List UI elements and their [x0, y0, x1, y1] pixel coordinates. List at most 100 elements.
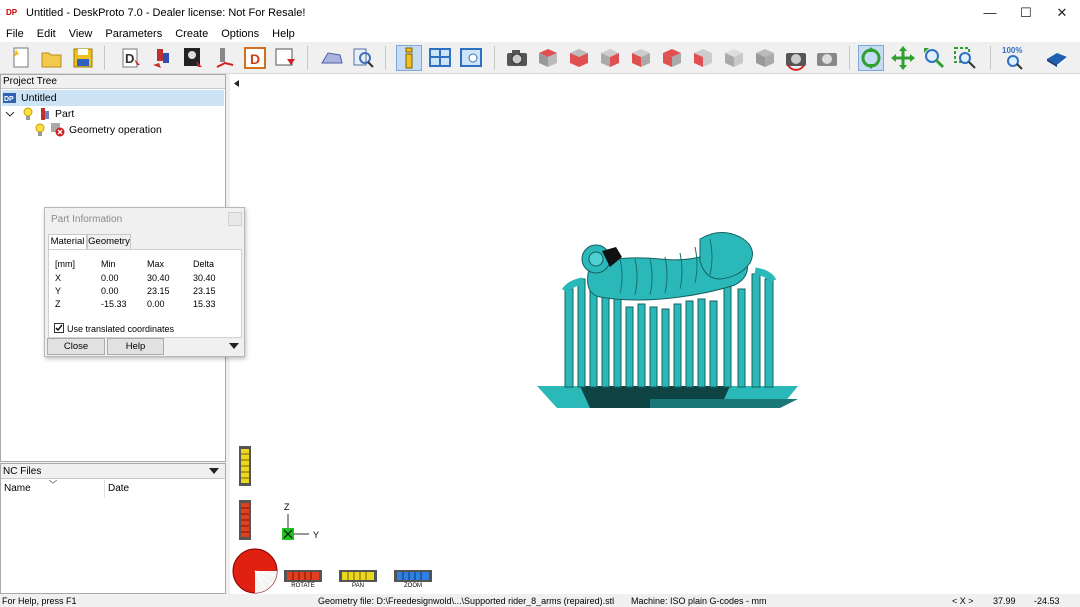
help-button[interactable]: Help: [107, 338, 164, 355]
row-max: 23.15: [147, 286, 170, 296]
part-info-icon[interactable]: [396, 45, 422, 71]
status-y-value: -24.53: [1034, 596, 1060, 606]
view-top-icon[interactable]: [535, 45, 561, 71]
menu-view[interactable]: View: [69, 28, 93, 40]
dialog-close-button[interactable]: [228, 212, 242, 226]
rotate-dial-vertical[interactable]: [238, 500, 252, 540]
menu-bar: File Edit View Parameters Create Options…: [0, 25, 1080, 42]
view-iso-icon[interactable]: [721, 45, 747, 71]
row-min: 0.00: [101, 286, 119, 296]
nc-col-date[interactable]: Date: [108, 483, 129, 494]
column-divider[interactable]: [104, 480, 105, 498]
rotate-dial[interactable]: [284, 570, 322, 582]
collapse-left-icon[interactable]: [234, 80, 240, 88]
new-project-icon[interactable]: [8, 45, 34, 71]
close-window-button[interactable]: ✕: [1044, 0, 1080, 25]
simulation-icon[interactable]: [319, 45, 345, 71]
title-bar: DP Untitled - DeskProto 7.0 - Dealer lic…: [0, 0, 1080, 25]
project-icon: DP: [3, 93, 16, 103]
toolpath-icon[interactable]: [211, 45, 237, 71]
menu-file[interactable]: File: [6, 28, 24, 40]
view-right-icon[interactable]: [690, 45, 716, 71]
header-delta: Delta: [193, 259, 215, 269]
sort-arrow-icon: [49, 480, 57, 484]
maximize-button[interactable]: ☐: [1008, 0, 1044, 25]
status-geometry-file: Geometry file: D:\Freedesignwold\...\Sup…: [318, 596, 615, 606]
zoom-dial[interactable]: [394, 570, 432, 582]
rotate-wheel[interactable]: [232, 548, 278, 594]
minimize-button[interactable]: —: [972, 0, 1008, 25]
collapse-icon[interactable]: [5, 109, 15, 119]
save-icon[interactable]: [70, 45, 96, 71]
translated-coordinates-checkbox[interactable]: [54, 323, 64, 333]
window-view-icon[interactable]: [458, 45, 484, 71]
project-tree-header: Project Tree: [1, 75, 225, 89]
nc-files-title: NC Files: [3, 466, 42, 477]
nc-col-name[interactable]: Name: [4, 483, 31, 494]
axis-y-label: Y: [313, 530, 320, 540]
view-left-icon[interactable]: [659, 45, 685, 71]
header-max: Max: [147, 259, 165, 269]
import-geometry-icon[interactable]: D: [118, 45, 144, 71]
axis-indicator: [282, 514, 309, 540]
tab-material[interactable]: Material: [48, 234, 87, 249]
status-bar: For Help, press F1 Geometry file: D:\Fre…: [0, 596, 1080, 607]
rotate-dial-label: ROTATE: [291, 583, 315, 589]
svg-text:D: D: [250, 51, 260, 67]
window-title: Untitled - DeskProto 7.0 - Dealer licens…: [26, 6, 306, 19]
zoom-100-icon[interactable]: 100%: [1000, 45, 1028, 71]
tree-item-part[interactable]: Part: [5, 106, 74, 122]
pan-dial-label: PAN: [352, 583, 364, 589]
menu-edit[interactable]: Edit: [37, 28, 56, 40]
zoom-dial-vertical[interactable]: [238, 446, 252, 486]
row-min: -15.33: [101, 299, 127, 309]
menu-help[interactable]: Help: [272, 28, 295, 40]
export-icon[interactable]: [273, 45, 299, 71]
expand-arrow-icon[interactable]: [229, 343, 239, 349]
lightbulb-icon[interactable]: [23, 107, 33, 121]
preview-icon[interactable]: [350, 45, 376, 71]
view-front-icon[interactable]: [566, 45, 592, 71]
nc-files-header: NC Files: [1, 464, 225, 479]
pan-dial[interactable]: [339, 570, 377, 582]
view-back-icon[interactable]: [628, 45, 654, 71]
rotate-view-icon[interactable]: [783, 45, 809, 71]
tree-item-geometry-operation[interactable]: Geometry operation: [35, 122, 162, 138]
pan-mode-icon[interactable]: [890, 45, 916, 71]
rotate-mode-icon[interactable]: [858, 45, 884, 71]
row-axis: X: [55, 273, 62, 283]
lightbulb-icon[interactable]: [35, 123, 45, 137]
row-delta: 15.33: [193, 299, 216, 309]
header-min: Min: [101, 259, 116, 269]
menu-create[interactable]: Create: [175, 28, 208, 40]
open-folder-icon[interactable]: [39, 45, 65, 71]
camera-icon[interactable]: [504, 45, 530, 71]
zoom-window-icon[interactable]: [952, 45, 978, 71]
axis-z-label: Z: [284, 502, 290, 512]
layout-icon[interactable]: [427, 45, 453, 71]
tree-root-label: Untitled: [21, 92, 57, 104]
bitmap-icon[interactable]: [180, 45, 206, 71]
nc-files-panel: NC Files Name Date: [0, 463, 226, 594]
close-button[interactable]: Close: [47, 338, 105, 355]
tree-operation-label: Geometry operation: [69, 124, 162, 136]
reset-view-icon[interactable]: [814, 45, 840, 71]
3d-viewport[interactable]: Z Y ROTATE PAN ZOOM: [230, 74, 1080, 594]
zoom-mode-icon[interactable]: [921, 45, 947, 71]
tree-item-untitled[interactable]: DP Untitled: [2, 90, 224, 106]
menu-parameters[interactable]: Parameters: [105, 28, 162, 40]
menu-options[interactable]: Options: [221, 28, 259, 40]
zoom-percent-label: 100%: [1002, 46, 1022, 55]
dropdown-arrow-icon[interactable]: [209, 468, 219, 476]
part-information-dialog: Part Information Material Geometry [mm] …: [44, 207, 245, 357]
svg-text:DP: DP: [4, 96, 14, 103]
checkmark-icon: [55, 324, 63, 332]
help-book-icon[interactable]: [1044, 45, 1070, 71]
translated-coordinates-label: Use translated coordinates: [67, 324, 175, 334]
view-bottom-icon[interactable]: [752, 45, 778, 71]
view-side-icon[interactable]: [597, 45, 623, 71]
drawing-icon[interactable]: D: [242, 45, 268, 71]
tab-geometry[interactable]: Geometry: [87, 234, 131, 249]
part-icon[interactable]: [149, 45, 175, 71]
header-unit: [mm]: [55, 259, 75, 269]
